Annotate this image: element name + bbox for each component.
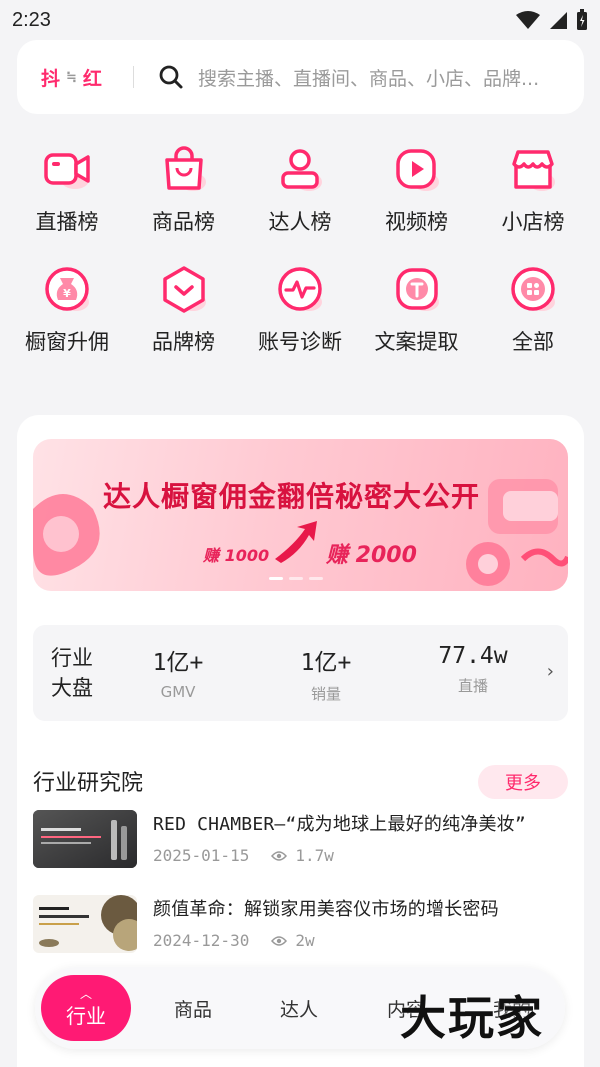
stat-key: GMV bbox=[160, 683, 196, 701]
brand-douyin: 抖 bbox=[41, 67, 61, 90]
stat-value: 77.4w bbox=[438, 643, 508, 669]
shop-icon bbox=[512, 150, 555, 191]
grid-label: 全部 bbox=[512, 330, 554, 354]
stat-value: 1亿+ bbox=[300, 650, 352, 676]
divider bbox=[133, 66, 134, 88]
grid-item-all[interactable]: 全部 bbox=[476, 260, 590, 356]
grid-label: 文案提取 bbox=[374, 330, 459, 354]
text-t-icon bbox=[395, 268, 439, 311]
chevron-right-icon: › bbox=[546, 661, 554, 682]
brand-switch[interactable]: 抖 ≒ 红 bbox=[17, 64, 133, 91]
play-icon bbox=[395, 149, 439, 191]
industry-overview[interactable]: 行业大盘 1亿+ GMV 1亿+ 销量 77.4w 直播 › bbox=[33, 625, 568, 721]
banner-earn-to: 赚 2000 bbox=[326, 543, 417, 568]
grid-item-product-rank[interactable]: 商品榜 bbox=[127, 140, 241, 236]
carousel-dot bbox=[269, 577, 283, 580]
wifi-icon bbox=[516, 11, 540, 29]
grid-label: 商品榜 bbox=[152, 210, 215, 234]
all-grid-icon bbox=[511, 267, 555, 311]
carousel-dot bbox=[309, 577, 323, 580]
search-icon bbox=[159, 65, 183, 89]
promo-banner[interactable]: 达人橱窗佣金翻倍秘密大公开 赚 1000 赚 2000 bbox=[33, 439, 568, 591]
grid-label: 账号诊断 bbox=[258, 330, 342, 354]
more-button[interactable]: 更多 bbox=[478, 765, 568, 799]
tab-influencers[interactable]: 达人 bbox=[280, 995, 318, 1022]
grid-item-showcase-commission[interactable]: ¥ 橱窗升佣 bbox=[10, 260, 124, 356]
watermark: 大玩家 bbox=[400, 991, 544, 1045]
tab-label: 行业 bbox=[66, 1003, 106, 1028]
pulse-icon bbox=[278, 267, 322, 311]
grid-label: 橱窗升佣 bbox=[25, 330, 109, 354]
status-icons bbox=[516, 9, 588, 31]
search-input[interactable]: 搜索主播、直播间、商品、小店、品牌... bbox=[198, 64, 558, 91]
article-views: 2w bbox=[295, 931, 315, 950]
article-title: 颜值革命：解锁家用美容仪市场的增长密码 bbox=[153, 899, 499, 920]
article-date: 2025-01-15 bbox=[153, 846, 250, 865]
live-camera-icon bbox=[44, 153, 90, 189]
signal-icon bbox=[550, 12, 567, 29]
article-meta: 2024-12-30 2w bbox=[153, 931, 315, 950]
grid-item-brand-rank[interactable]: 品牌榜 bbox=[127, 260, 241, 356]
eye-icon bbox=[271, 935, 288, 946]
carousel-dot bbox=[289, 577, 303, 580]
function-grid: 直播榜 商品榜 达人榜 视频榜 小店榜 ¥ 橱窗升佣 品牌榜 账号诊断 文案提取… bbox=[10, 140, 590, 356]
grid-item-account-diagnosis[interactable]: 账号诊断 bbox=[243, 260, 357, 356]
grid-label: 达人榜 bbox=[268, 210, 332, 234]
grid-item-video-rank[interactable]: 视频榜 bbox=[360, 140, 474, 236]
grid-label: 品牌榜 bbox=[152, 330, 215, 354]
eye-icon bbox=[271, 850, 288, 861]
carousel-dots bbox=[269, 577, 323, 580]
article-thumbnail bbox=[33, 810, 137, 868]
person-icon bbox=[281, 149, 322, 191]
section-title: 行业研究院 bbox=[33, 771, 144, 796]
stat-key: 销量 bbox=[310, 685, 341, 703]
tab-products[interactable]: 商品 bbox=[174, 995, 212, 1022]
article-views: 1.7w bbox=[295, 846, 334, 865]
stat-live: 77.4w 直播 bbox=[413, 643, 533, 696]
banner-decoration bbox=[33, 479, 568, 586]
battery-icon bbox=[577, 9, 587, 30]
article-item[interactable]: 颜值革命：解锁家用美容仪市场的增长密码 2024-12-30 2w bbox=[33, 895, 568, 955]
article-date: 2024-12-30 bbox=[153, 931, 250, 950]
status-bar: 2:23 bbox=[0, 0, 600, 40]
banner-earn-from: 赚 1000 bbox=[203, 546, 270, 565]
grid-item-live-rank[interactable]: 直播榜 bbox=[10, 140, 124, 236]
stat-gmv: 1亿+ GMV bbox=[118, 643, 238, 701]
grid-label: 视频榜 bbox=[385, 210, 448, 234]
grid-item-shop-rank[interactable]: 小店榜 bbox=[476, 140, 590, 236]
money-bag-icon: ¥ bbox=[45, 267, 89, 311]
shopping-bag-icon bbox=[164, 146, 206, 191]
industry-overview-label: 行业大盘 bbox=[51, 646, 93, 700]
article-thumbnail bbox=[33, 895, 137, 953]
search-bar[interactable]: 抖 ≒ 红 搜索主播、直播间、商品、小店、品牌... bbox=[17, 40, 584, 114]
stat-sales: 1亿+ 销量 bbox=[266, 643, 386, 704]
article-title: RED CHAMBER—“成为地球上最好的纯净美妆” bbox=[153, 814, 526, 835]
grid-label: 小店榜 bbox=[501, 210, 565, 234]
grid-label: 直播榜 bbox=[35, 210, 99, 234]
svg-text:¥: ¥ bbox=[63, 287, 71, 300]
brand-hexagon-icon bbox=[162, 266, 206, 313]
status-time: 2:23 bbox=[12, 8, 51, 31]
article-item[interactable]: RED CHAMBER—“成为地球上最好的纯净美妆” 2025-01-15 1.… bbox=[33, 810, 568, 870]
banner-title: 达人橱窗佣金翻倍秘密大公开 bbox=[103, 480, 481, 513]
grid-item-copy-extract[interactable]: 文案提取 bbox=[360, 260, 474, 356]
brand-xiaohongshu: 红 bbox=[82, 67, 102, 90]
brand-switch-icon: ≒ bbox=[66, 69, 77, 85]
stat-key: 直播 bbox=[457, 677, 488, 695]
grid-item-influencer-rank[interactable]: 达人榜 bbox=[243, 140, 357, 236]
article-meta: 2025-01-15 1.7w bbox=[153, 846, 334, 865]
chevron-up-icon: ︿ bbox=[79, 986, 92, 1001]
stat-value: 1亿+ bbox=[152, 650, 204, 676]
tab-industry[interactable]: ︿ 行业 bbox=[41, 975, 131, 1041]
